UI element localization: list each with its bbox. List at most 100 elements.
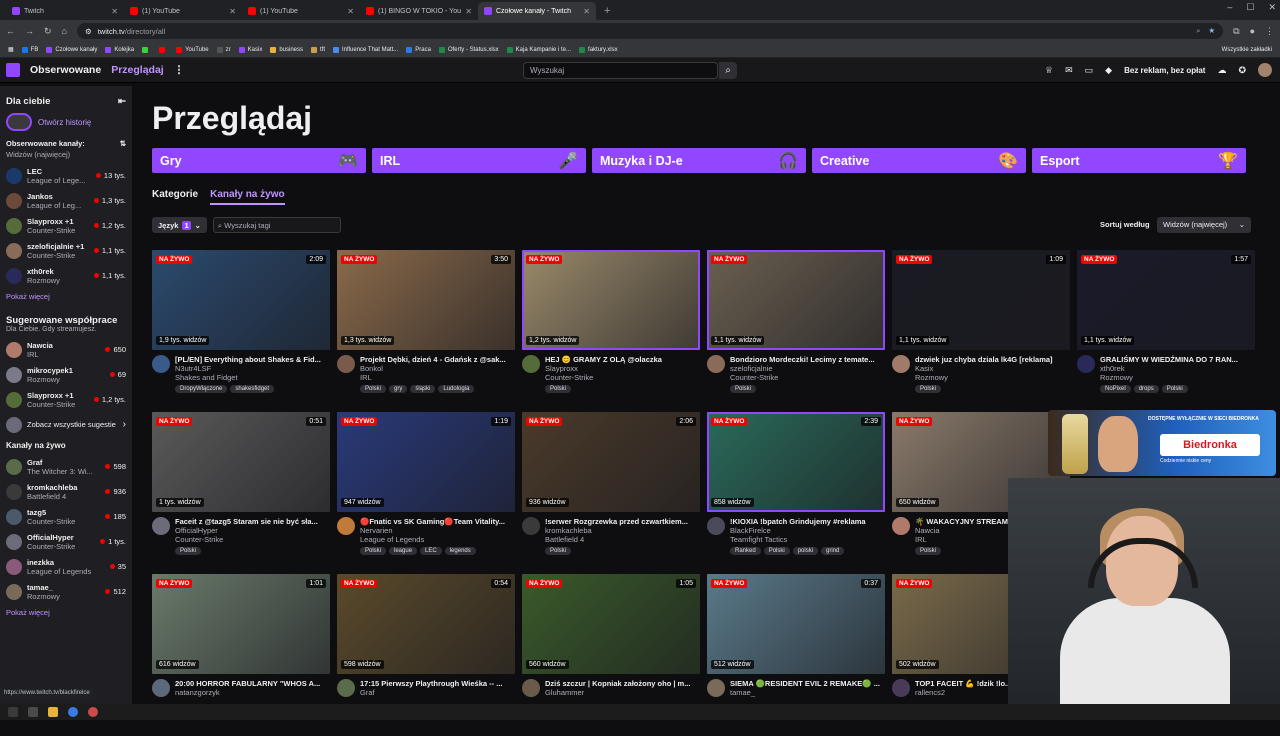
sidebar-channel[interactable]: tamae_ Rozmowy 512 (0, 579, 132, 604)
stream-title[interactable]: !serwer Rozgrzewka przed czwartkiem... (545, 517, 700, 526)
tag-chip[interactable]: NoPixel (1100, 385, 1131, 393)
stream-title[interactable]: Bondzioro Mordeczki! Lecimy z temate... (730, 355, 885, 364)
stream-title[interactable]: dzwiek juz chyba dziala lk4G [reklama] (915, 355, 1070, 364)
nav-following[interactable]: Obserwowane (30, 64, 101, 76)
taskview-icon[interactable] (28, 707, 38, 717)
channel-avatar[interactable] (152, 517, 170, 535)
stream-card[interactable]: NA ŻYWO 1,1 tys. widzów Bondzioro Mordeczk… (707, 250, 885, 412)
sidebar-channel[interactable]: Nawcia IRL 650 (0, 337, 132, 362)
stream-title[interactable]: 20:00 HORROR FABULARNY "WHOS A... (175, 679, 330, 688)
stream-thumbnail[interactable]: NA ŻYWO 1,2 tys. widzów (522, 250, 700, 350)
tag-chip[interactable]: league (389, 547, 418, 555)
sidebar-channel[interactable]: Slayproxx +1 Counter-Strike 1,2 tys. (0, 213, 132, 238)
stream-card[interactable]: NA ŻYWO 0:51 1 tys. widzów Faceit z @tazg5 … (152, 412, 330, 574)
game-name[interactable]: Rozmowy (1100, 373, 1255, 382)
tag-chip[interactable]: Polski (360, 385, 387, 393)
channel-name[interactable]: natanzgorzyk (175, 688, 330, 697)
stream-thumbnail[interactable]: NA ŻYWO 0:37 512 widzów (707, 574, 885, 674)
game-name[interactable]: Rozmowy (915, 373, 1070, 382)
bookmark-item[interactable]: Oferty - Status.xlsx (438, 46, 499, 53)
see-all-suggestions[interactable]: Zobacz wszystkie sugestie › (0, 412, 132, 437)
stream-thumbnail[interactable]: NA ŻYWO 1:01 616 widzów (152, 574, 330, 674)
stream-title[interactable]: 17:15 Pierwszy Playthrough Wieśka -- ... (360, 679, 515, 688)
bookmark-item[interactable]: Kolejka (105, 46, 134, 53)
sidebar-channel[interactable]: kromkachleba Battlefield 4 936 (0, 479, 132, 504)
channel-avatar[interactable] (892, 679, 910, 697)
channel-avatar[interactable] (337, 517, 355, 535)
bits-icon[interactable]: ◆ (1105, 65, 1112, 76)
stream-thumbnail[interactable]: NA ŻYWO 1:09 1,1 tys. widzów (892, 250, 1070, 350)
channel-name[interactable]: kromkachleba (545, 526, 700, 535)
stream-thumbnail[interactable]: NA ŻYWO 2:06 936 widzów (522, 412, 700, 512)
chrome-icon[interactable] (68, 707, 78, 717)
channel-avatar[interactable] (892, 517, 910, 535)
sort-icon[interactable]: ⇅ (120, 139, 126, 148)
tag-chip[interactable]: Polski (1161, 385, 1188, 393)
menu-icon[interactable]: ⋮ (1265, 26, 1274, 37)
stream-thumbnail[interactable]: NA ŻYWO 2:09 1,9 tys. widzów (152, 250, 330, 350)
stream-thumbnail[interactable]: NA ŻYWO 3:50 1,3 tys. widzów (337, 250, 515, 350)
tag-chip[interactable]: LEC (420, 547, 442, 555)
bookmark-item[interactable]: Influence That Matt... (333, 46, 398, 53)
stream-thumbnail[interactable]: NA ŻYWO 1:57 1,1 tys. widzów (1077, 250, 1255, 350)
game-name[interactable]: League of Legends (360, 535, 515, 544)
user-avatar[interactable] (1258, 63, 1272, 77)
channel-name[interactable]: szeloficjalnie (730, 364, 885, 373)
channel-avatar[interactable] (522, 517, 540, 535)
category-5[interactable]: Esport 🏆 (1032, 148, 1246, 173)
stream-thumbnail[interactable]: NA ŻYWO 1:19 947 widzów (337, 412, 515, 512)
language-filter[interactable]: Język 1 ⌄ (152, 217, 207, 233)
profile-icon[interactable]: ● (1250, 26, 1255, 36)
inbox-icon[interactable]: ✉ (1065, 65, 1073, 76)
stream-card[interactable]: NA ŻYWO 1:57 1,1 tys. widzów GRALIŚMY W WIE… (1077, 250, 1255, 412)
browser-tab[interactable]: (1) YouTube ✕ (242, 2, 360, 20)
start-icon[interactable] (8, 707, 18, 717)
game-name[interactable]: Shakes and Fidget (175, 373, 330, 382)
tab-close-icon[interactable]: ✕ (111, 7, 118, 16)
sidebar-channel[interactable]: szeloficjalnie +1 Counter-Strike 1,1 tys. (0, 238, 132, 263)
stream-thumbnail[interactable]: NA ŻYWO 0:51 1 tys. widzów (152, 412, 330, 512)
channel-name[interactable]: N3utr4LSF (175, 364, 330, 373)
bookmark-item[interactable]: Praca (406, 46, 431, 53)
tab-close-icon[interactable]: ✕ (583, 7, 590, 16)
sidebar-channel[interactable]: Slayproxx +1 Counter-Strike 1,2 tys. (0, 387, 132, 412)
bookmark-item[interactable]: tft (311, 46, 325, 53)
prime-icon[interactable]: ☁ (1217, 65, 1226, 76)
channel-name[interactable]: tamae_ (730, 688, 885, 697)
channel-name[interactable]: Gluhammer (545, 688, 700, 697)
browser-tab[interactable]: (1) YouTube ✕ (124, 2, 242, 20)
stream-thumbnail[interactable]: NA ŻYWO 1:05 560 widzów (522, 574, 700, 674)
extensions-icon[interactable]: ⧉ (1233, 26, 1239, 37)
channel-avatar[interactable] (892, 355, 910, 373)
tag-chip[interactable]: Polski (545, 385, 572, 393)
apps-icon[interactable]: ▦ (8, 46, 14, 53)
channel-avatar[interactable] (707, 517, 725, 535)
browser-tab[interactable]: Czołowe kanały - Twitch ✕ (478, 2, 596, 20)
stream-title[interactable]: GRALIŚMY W WIEDŹMINA DO 7 RAN... (1100, 355, 1255, 364)
forward-icon[interactable]: → (25, 26, 34, 36)
category-2[interactable]: IRL 🎤 (372, 148, 586, 173)
sidebar-channel[interactable]: LEC League of Lege... 13 tys. (0, 163, 132, 188)
channel-avatar[interactable] (522, 679, 540, 697)
extensions-icon-twitch[interactable]: ✪ (1238, 65, 1246, 76)
minimize-icon[interactable]: – (1227, 2, 1232, 13)
tag-chip[interactable]: Polski (175, 547, 202, 555)
stream-title[interactable]: [PL/EN] Everything about Shakes & Fid... (175, 355, 330, 364)
tag-chip[interactable]: drops (1133, 385, 1159, 393)
new-tab-button[interactable]: + (596, 2, 618, 20)
channel-avatar[interactable] (1077, 355, 1095, 373)
stream-card[interactable]: NA ŻYWO 2:09 1,9 tys. widzów [PL/EN] Everyt… (152, 250, 330, 412)
stream-card[interactable]: NA ŻYWO 2:39 858 widzów !KIOXIA !bpatch Gri… (707, 412, 885, 574)
stream-card[interactable]: NA ŻYWO 1,2 tys. widzów HEJ 😊 GRAMY Z OLĄ … (522, 250, 700, 412)
bookmark-item[interactable]: Kasix (238, 46, 262, 53)
tag-chip[interactable]: legends (444, 547, 476, 555)
tag-chip[interactable]: grind (821, 547, 845, 555)
channel-avatar[interactable] (707, 679, 725, 697)
game-name[interactable]: Battlefield 4 (545, 535, 700, 544)
bookmark-item[interactable]: zr (216, 46, 231, 53)
tab-live-channels[interactable]: Kanały na żywo (210, 189, 285, 205)
bookmark-item[interactable] (159, 46, 168, 53)
sidebar-channel[interactable]: OfficialHyper Counter-Strike 1 tys. (0, 529, 132, 554)
stream-thumbnail[interactable]: NA ŻYWO 1,1 tys. widzów (707, 250, 885, 350)
channel-name[interactable]: BlackFirelce (730, 526, 885, 535)
